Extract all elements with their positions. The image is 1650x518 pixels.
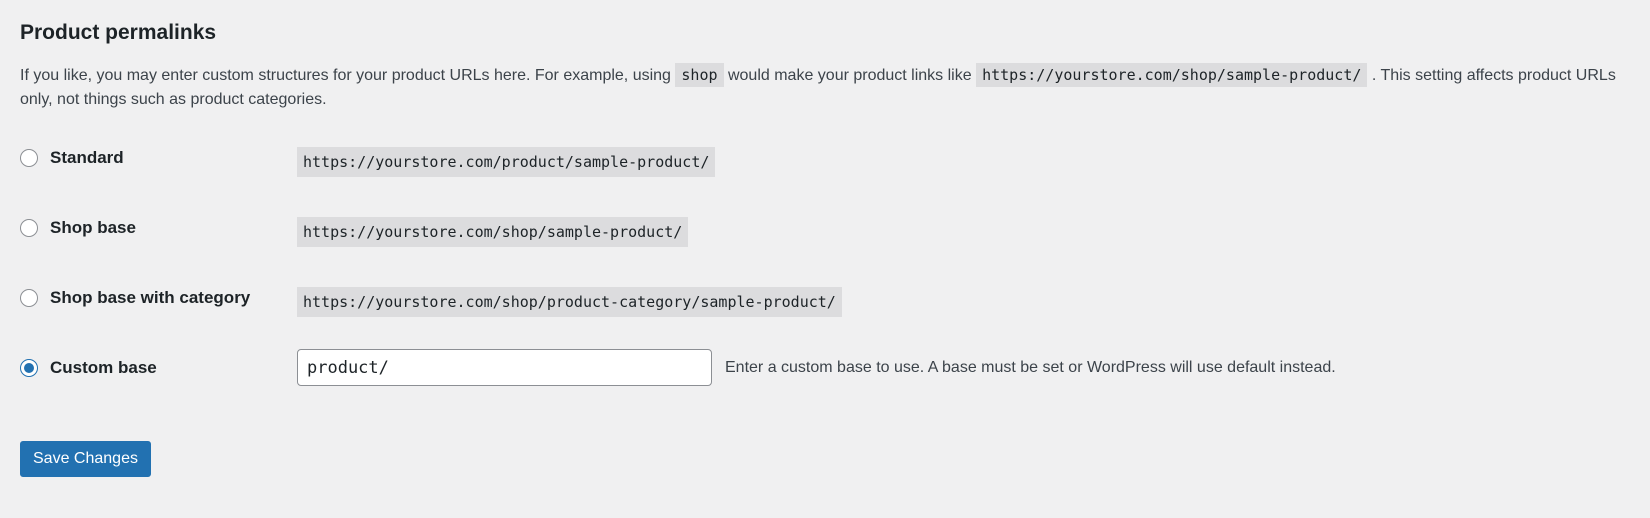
- save-changes-button[interactable]: Save Changes: [20, 441, 151, 477]
- option-label-custom-base[interactable]: Custom base: [50, 357, 157, 379]
- option-example-standard: https://yourstore.com/product/sample-pro…: [297, 147, 716, 177]
- section-title: Product permalinks: [20, 21, 217, 44]
- custom-base-input[interactable]: [297, 349, 712, 386]
- description-text-1: If you like, you may enter custom struct…: [20, 67, 671, 84]
- permalinks-settings: Product permalinks If you like, you may …: [0, 0, 1650, 518]
- option-label-standard[interactable]: Standard: [50, 147, 124, 169]
- radio-shop-base-with-category[interactable]: [20, 289, 38, 307]
- option-label-shop-base[interactable]: Shop base: [50, 217, 136, 239]
- option-example-shop-base-with-category: https://yourstore.com/shop/product-categ…: [297, 287, 842, 317]
- radio-custom-base[interactable]: [20, 359, 38, 377]
- option-row-shop-base-with-category: Shop base with category https://yourstor…: [20, 283, 1620, 317]
- option-row-standard: Standard https://yourstore.com/product/s…: [20, 143, 1620, 177]
- description-code-shop: shop: [675, 63, 724, 87]
- radio-standard[interactable]: [20, 149, 38, 167]
- option-label-shop-base-with-category[interactable]: Shop base with category: [50, 287, 250, 309]
- option-row-shop-base: Shop base https://yourstore.com/shop/sam…: [20, 213, 1620, 247]
- description-text-2: would make your product links like: [727, 67, 972, 84]
- section-description: If you like, you may enter custom struct…: [20, 63, 1630, 112]
- description-code-example-url: https://yourstore.com/shop/sample-produc…: [976, 63, 1368, 87]
- option-row-custom-base: Custom base Enter a custom base to use. …: [20, 349, 1620, 386]
- radio-shop-base[interactable]: [20, 219, 38, 237]
- custom-base-hint: Enter a custom base to use. A base must …: [725, 359, 1336, 376]
- option-example-shop-base: https://yourstore.com/shop/sample-produc…: [297, 217, 689, 247]
